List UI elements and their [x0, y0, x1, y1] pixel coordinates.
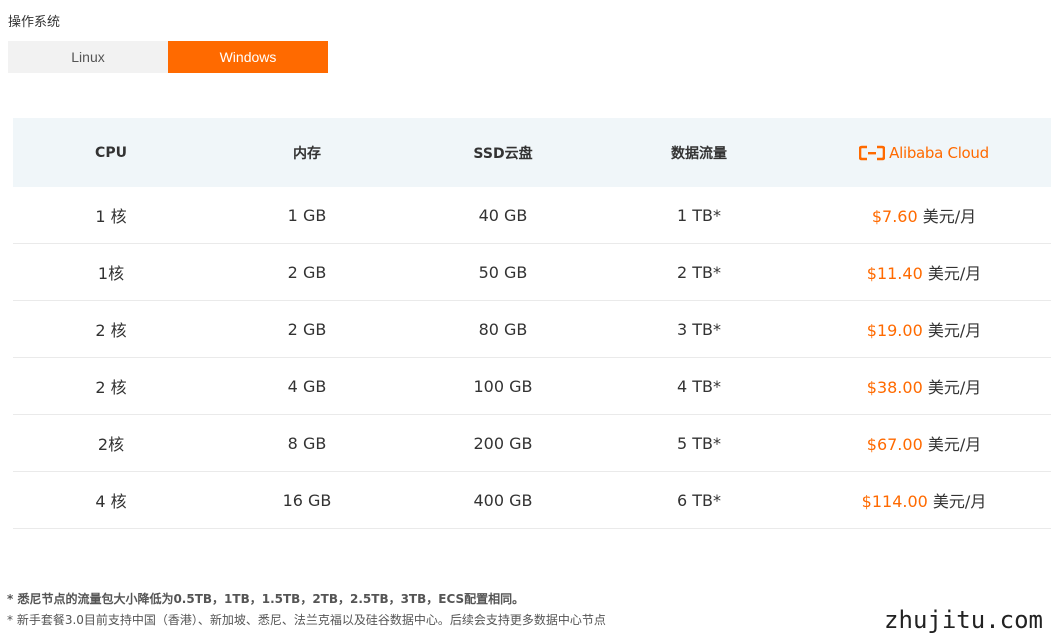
cell-ssd: 80 GB — [478, 319, 528, 339]
cell-ssd: 50 GB — [478, 262, 528, 282]
cell-price: $11.40 美元/月 — [797, 260, 1051, 284]
tab-linux[interactable]: Linux — [8, 41, 168, 73]
price-unit: 美元/月 — [922, 264, 982, 283]
price-unit: 美元/月 — [917, 207, 977, 226]
table-row: 2核 8 GB 200 GB 5 TB* $67.00 美元/月 — [13, 415, 1051, 472]
cell-cpu: 4 核 — [95, 492, 127, 511]
cell-memory: 1 GB — [287, 205, 327, 225]
cell-cpu: 2核 — [97, 435, 125, 454]
table-row: 2 核 4 GB 100 GB 4 TB* $38.00 美元/月 — [13, 358, 1051, 415]
cell-cpu: 2 核 — [95, 321, 127, 340]
alibaba-cloud-icon — [859, 145, 886, 160]
price-value: $38.00 — [866, 378, 923, 397]
cell-ssd: 200 GB — [473, 433, 533, 453]
footnote-sydney: * 悉尼节点的流量包大小降低为0.5TB，1TB，1.5TB，2TB，2.5TB… — [7, 592, 525, 606]
cell-traffic: 6 TB* — [676, 490, 721, 510]
cell-price: $67.00 美元/月 — [797, 431, 1051, 455]
cell-memory: 16 GB — [282, 490, 332, 510]
price-value: $7.60 — [871, 207, 918, 226]
cell-ssd: 100 GB — [473, 376, 533, 396]
cell-traffic: 4 TB* — [676, 376, 721, 396]
price-unit: 美元/月 — [922, 435, 982, 454]
cell-price: $7.60 美元/月 — [797, 203, 1051, 227]
cell-price: $114.00 美元/月 — [797, 488, 1051, 512]
header-traffic: 数据流量 — [671, 145, 727, 162]
cell-price: $19.00 美元/月 — [797, 317, 1051, 341]
header-memory: 内存 — [293, 145, 321, 162]
cell-memory: 8 GB — [287, 433, 327, 453]
cell-price: $38.00 美元/月 — [797, 374, 1051, 398]
watermark: zhujitu.com — [880, 604, 1047, 636]
cell-cpu: 1核 — [97, 264, 125, 283]
price-value: $19.00 — [866, 321, 923, 340]
price-unit: 美元/月 — [922, 378, 982, 397]
cell-memory: 2 GB — [287, 262, 327, 282]
cell-traffic: 2 TB* — [676, 262, 721, 282]
cell-cpu: 2 核 — [95, 378, 127, 397]
price-unit: 美元/月 — [922, 321, 982, 340]
pricing-table: CPU 内存 SSD云盘 数据流量 Alibaba Cloud 1 核 1 GB 4… — [13, 118, 1051, 529]
price-value: $67.00 — [866, 435, 923, 454]
table-body: 1 核 1 GB 40 GB 1 TB* $7.60 美元/月 1核 2 GB 50 GB 2 … — [13, 187, 1051, 529]
cell-ssd: 400 GB — [473, 490, 533, 510]
os-tab-group: Linux Windows — [8, 41, 328, 73]
price-value: $11.40 — [866, 264, 923, 283]
table-row: 2 核 2 GB 80 GB 3 TB* $19.00 美元/月 — [13, 301, 1051, 358]
os-section-label: 操作系统 — [8, 15, 61, 30]
table-row: 4 核 16 GB 400 GB 6 TB* $114.00 美元/月 — [13, 472, 1051, 529]
table-row: 1 核 1 GB 40 GB 1 TB* $7.60 美元/月 — [13, 187, 1051, 244]
cell-traffic: 5 TB* — [676, 433, 721, 453]
tab-windows[interactable]: Windows — [168, 41, 328, 73]
logo-wordmark: Alibaba Cloud — [889, 143, 989, 162]
header-cpu: CPU — [95, 144, 127, 161]
table-header: CPU 内存 SSD云盘 数据流量 Alibaba Cloud — [13, 118, 1051, 187]
cell-memory: 2 GB — [287, 319, 327, 339]
price-value: $114.00 — [861, 492, 928, 511]
cell-memory: 4 GB — [287, 376, 327, 396]
cell-traffic: 3 TB* — [676, 319, 721, 339]
footnotes: * 悉尼节点的流量包大小降低为0.5TB，1TB，1.5TB，2TB，2.5TB… — [7, 590, 606, 628]
alibaba-cloud-logo: Alibaba Cloud — [797, 144, 1051, 162]
footnote-regions: * 新手套餐3.0目前支持中国（香港）、新加坡、悉尼、法兰克福以及硅谷数据中心。… — [7, 613, 606, 627]
price-unit: 美元/月 — [927, 492, 987, 511]
cell-traffic: 1 TB* — [676, 205, 721, 225]
cell-cpu: 1 核 — [95, 207, 127, 226]
table-row: 1核 2 GB 50 GB 2 TB* $11.40 美元/月 — [13, 244, 1051, 301]
cell-ssd: 40 GB — [478, 205, 528, 225]
header-ssd: SSD云盘 — [473, 145, 533, 162]
